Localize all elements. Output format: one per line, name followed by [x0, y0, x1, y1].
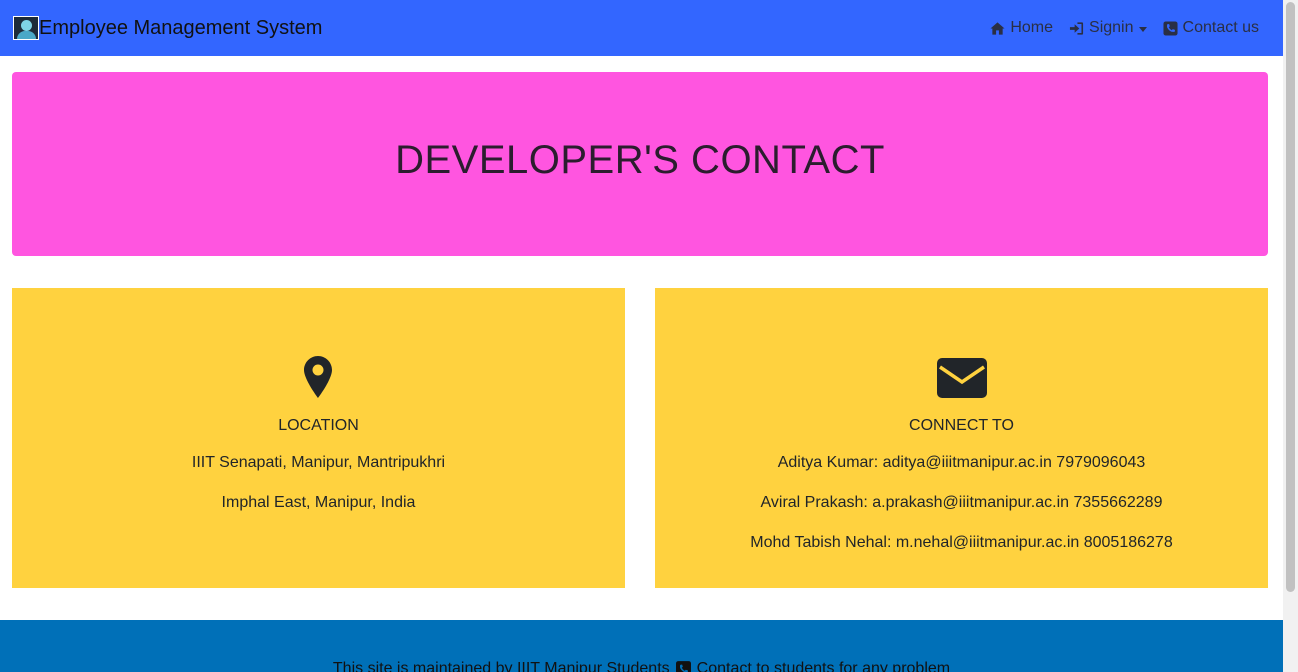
brand-title: Employee Management System [39, 16, 323, 39]
map-marker-icon [304, 356, 332, 398]
employee-avatar-icon [13, 16, 39, 40]
page-header-banner: DEVELOPER'S CONTACT [12, 72, 1268, 256]
connect-card: CONNECT TO Aditya Kumar: aditya@iiitmani… [655, 288, 1268, 588]
brand-link[interactable]: Employee Management System [13, 16, 322, 40]
location-line-1: IIIT Senapati, Manipur, Mantripukhri [191, 454, 446, 471]
phone-square-icon [1162, 20, 1178, 36]
nav-contact-label: Contact us [1182, 19, 1259, 36]
contact-line-3: Mohd Tabish Nehal: m.nehal@iiitmanipur.a… [750, 534, 1173, 551]
nav-links: Home Signin Contact us [990, 19, 1259, 37]
connect-title: CONNECT TO [909, 417, 1014, 434]
location-card: LOCATION IIIT Senapati, Manipur, Mantrip… [12, 288, 625, 588]
phone-square-icon [675, 660, 691, 672]
home-icon [990, 21, 1005, 35]
page-content: Employee Management System Home Signin C… [0, 0, 1283, 672]
nav-signin-label: Signin [1089, 19, 1134, 36]
vertical-scrollbar[interactable] [1283, 0, 1298, 672]
nav-home-link[interactable]: Home [990, 19, 1053, 37]
location-line-2: Imphal East, Manipur, India [221, 494, 416, 511]
nav-signin-dropdown[interactable]: Signin [1069, 19, 1147, 37]
nav-contact-link[interactable]: Contact us [1162, 19, 1259, 37]
footer: This site is maintained by IIIT Manipur … [0, 620, 1283, 672]
contact-line-1: Aditya Kumar: aditya@iiitmanipur.ac.in 7… [777, 454, 1146, 471]
page: Employee Management System Home Signin C… [0, 0, 1298, 672]
page-title: DEVELOPER'S CONTACT [395, 137, 885, 182]
footer-maintained-text: This site is maintained by IIIT Manipur … [332, 660, 670, 672]
footer-contact-link[interactable]: Contact to students for any problem [697, 660, 950, 672]
footer-text: This site is maintained by IIIT Manipur … [0, 660, 1283, 672]
location-title: LOCATION [278, 417, 359, 434]
sign-in-icon [1069, 21, 1084, 35]
scrollbar-thumb[interactable] [1286, 2, 1295, 592]
envelope-icon [937, 358, 987, 398]
navbar: Employee Management System Home Signin C… [0, 0, 1283, 56]
chevron-down-icon [1138, 26, 1147, 32]
nav-home-label: Home [1010, 19, 1054, 36]
contact-line-2: Aviral Prakash: a.prakash@iiitmanipur.ac… [760, 494, 1163, 511]
